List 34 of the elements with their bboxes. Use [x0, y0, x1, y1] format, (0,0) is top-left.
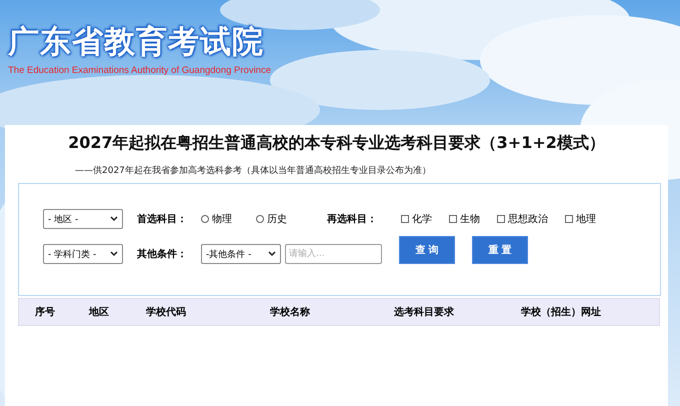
filter-label: 再选科目：: [327, 212, 378, 226]
category-select[interactable]: - 学科门类 -: [43, 244, 123, 264]
filter-label: 其他条件：: [137, 248, 188, 261]
checkbox-label: 化学: [412, 213, 432, 226]
action-button[interactable]: 重 置: [472, 236, 528, 264]
radio-button[interactable]: [256, 215, 264, 223]
column-header: 序号: [34, 305, 56, 319]
action-button[interactable]: 查 询: [399, 236, 455, 264]
column-header: 学校代码: [145, 306, 187, 319]
site-subtitle: The Education Examinations Authority of Guangdong Province: [8, 65, 271, 76]
checkbox[interactable]: [497, 215, 505, 223]
search-field[interactable]: 请输入...: [285, 244, 382, 264]
caret-icon: [110, 251, 118, 257]
site-title: 广东省教育考试院: [8, 23, 264, 62]
condition-select[interactable]: -其他条件 -: [201, 244, 281, 264]
page-title: 2027年起拟在粤招生普通高校的本专科专业选考科目要求（3+1+2模式）: [68, 133, 605, 154]
checkbox[interactable]: [565, 215, 573, 223]
column-header: 地区: [88, 306, 110, 319]
filter-label: 首选科目：: [137, 212, 188, 226]
checkbox[interactable]: [449, 215, 457, 223]
column-header: 学校名称: [269, 306, 311, 319]
checkbox-label: 思想政治: [508, 212, 548, 226]
page-note: ——供2027年起在我省参加高考选科参考（具体以当年普通高校招生专业目录公布为准）: [75, 164, 431, 177]
radio-label: 历史: [267, 212, 287, 226]
checkbox-label: 生物: [460, 212, 480, 226]
caret-icon: [110, 216, 118, 222]
region-select[interactable]: - 地区 -: [43, 209, 123, 229]
radio-label: 物理: [212, 213, 232, 226]
checkbox[interactable]: [401, 215, 409, 223]
caret-icon: [268, 251, 276, 257]
column-header: 选考科目要求: [393, 306, 455, 319]
column-header: 学校（招生）网址: [520, 306, 602, 319]
radio-button[interactable]: [201, 215, 209, 223]
checkbox-label: 地理: [576, 212, 596, 226]
